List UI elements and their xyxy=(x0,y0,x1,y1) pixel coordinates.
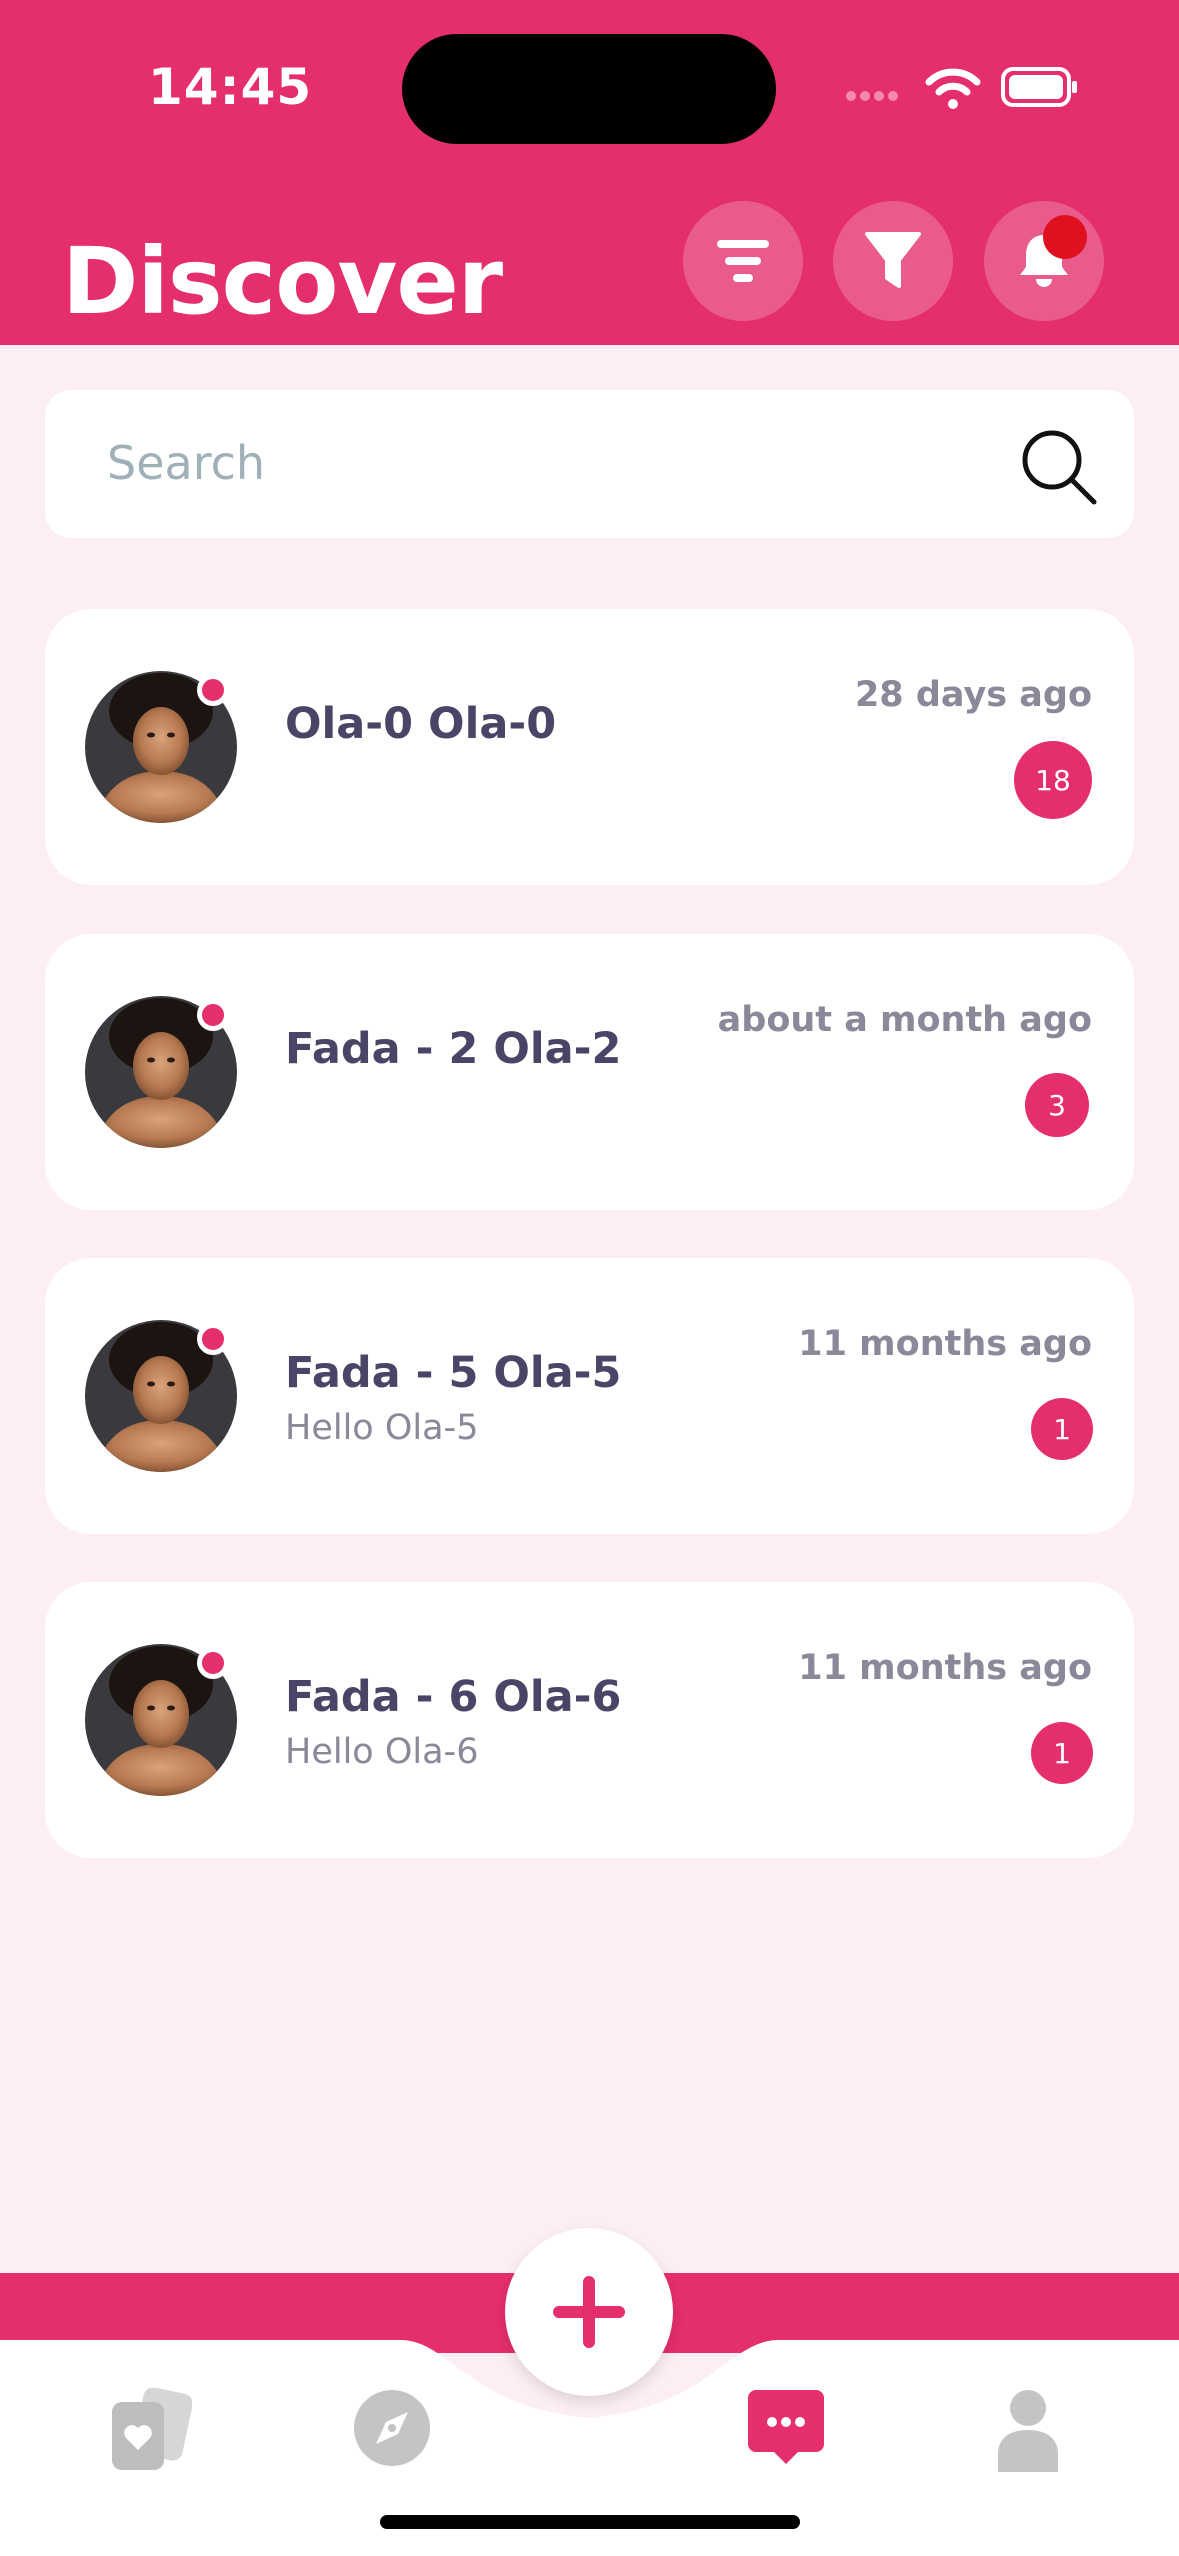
cards-heart-icon xyxy=(112,2387,193,2470)
search-bar[interactable]: Search xyxy=(45,390,1134,538)
funnel-icon xyxy=(865,232,921,288)
tab-profile[interactable] xyxy=(996,2388,1060,2476)
message-preview: Hello Ola-5 xyxy=(285,1408,479,1448)
plus-icon xyxy=(553,2276,625,2348)
online-indicator xyxy=(197,674,229,706)
home-indicator xyxy=(380,2515,800,2529)
contact-name: Fada - 2 Ola-2 xyxy=(285,1024,622,1074)
wifi-icon xyxy=(925,68,981,109)
compass-icon xyxy=(354,2390,430,2466)
unread-badge: 1 xyxy=(1031,1398,1093,1460)
top-header: 14:45 Discover xyxy=(0,0,1179,345)
message-preview: Hello Ola-6 xyxy=(285,1732,479,1772)
contact-name: Fada - 6 Ola-6 xyxy=(285,1672,622,1722)
message-time: 11 months ago xyxy=(798,1324,1092,1364)
status-time: 14:45 xyxy=(148,58,313,116)
unread-badge: 1 xyxy=(1031,1722,1093,1784)
notifications-button[interactable] xyxy=(984,201,1104,321)
message-time: 28 days ago xyxy=(854,675,1092,715)
dynamic-island xyxy=(402,34,776,144)
signal-icon xyxy=(846,91,898,101)
contact-name: Fada - 5 Ola-5 xyxy=(285,1348,622,1398)
message-time: about a month ago xyxy=(717,1000,1092,1040)
filter-button[interactable] xyxy=(833,201,953,321)
search-input[interactable]: Search xyxy=(107,436,265,490)
online-indicator xyxy=(197,999,229,1031)
conversation-card[interactable]: Ola-0 Ola-0 28 days ago 18 xyxy=(45,609,1134,885)
online-indicator xyxy=(197,1647,229,1679)
tab-explore[interactable] xyxy=(352,2388,432,2472)
notification-dot xyxy=(1043,215,1087,259)
unread-badge: 3 xyxy=(1025,1073,1089,1137)
sort-button[interactable] xyxy=(683,201,803,321)
chat-bubble-icon xyxy=(748,2390,824,2464)
create-button[interactable] xyxy=(505,2228,673,2396)
online-indicator xyxy=(197,1323,229,1355)
conversation-card[interactable]: Fada - 2 Ola-2 about a month ago 3 xyxy=(45,934,1134,1210)
conversation-card[interactable]: Fada - 6 Ola-6 Hello Ola-6 11 months ago… xyxy=(45,1582,1134,1858)
profile-icon xyxy=(998,2390,1058,2472)
unread-badge: 18 xyxy=(1014,741,1092,819)
tab-cards[interactable] xyxy=(108,2387,193,2476)
search-icon[interactable] xyxy=(1020,428,1100,508)
battery-icon xyxy=(1001,67,1077,107)
message-time: 11 months ago xyxy=(798,1648,1092,1688)
page-title: Discover xyxy=(62,228,503,335)
contact-name: Ola-0 Ola-0 xyxy=(285,699,557,749)
conversation-card[interactable]: Fada - 5 Ola-5 Hello Ola-5 11 months ago… xyxy=(45,1258,1134,1534)
sort-lines-icon xyxy=(717,240,769,282)
tab-messages[interactable] xyxy=(746,2388,826,2472)
